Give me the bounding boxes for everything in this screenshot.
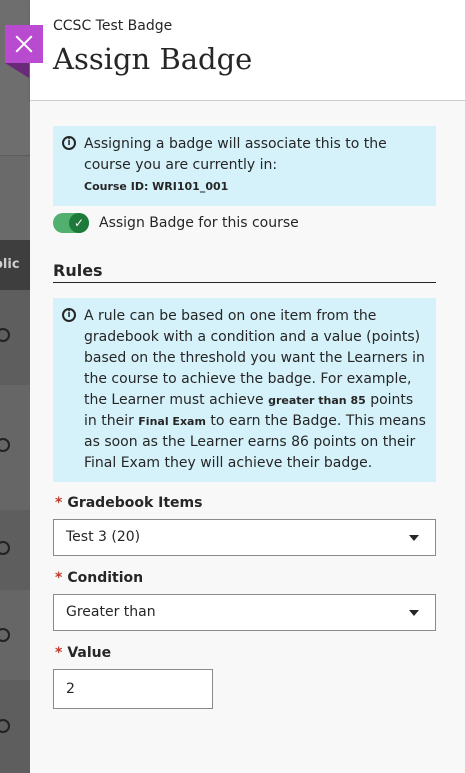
assign-badge-toggle-label: Assign Badge for this course [99, 215, 299, 231]
rules-info-bold: greater than 85 [268, 394, 366, 407]
condition-select[interactable]: Greater than [53, 594, 436, 631]
panel-subtitle: CCSC Test Badge [53, 18, 173, 34]
condition-value: Greater than [66, 604, 156, 620]
value-label: * Value [55, 645, 112, 661]
assign-badge-panel: CCSC Test Badge Assign Badge i Assigning… [30, 0, 465, 773]
gradebook-items-label: * Gradebook Items [55, 495, 203, 511]
panel-header: CCSC Test Badge Assign Badge [30, 0, 465, 101]
rules-info-banner: i A rule can be based on one item from t… [53, 298, 436, 482]
chevron-down-icon [409, 610, 419, 616]
rules-divider [53, 282, 436, 283]
close-button-fold [5, 63, 29, 78]
gradebook-items-value: Test 3 (20) [66, 529, 141, 545]
background-page: olic [0, 0, 30, 773]
required-marker: * [55, 570, 63, 586]
course-id: Course ID: WRI101_001 [84, 180, 229, 193]
panel-content: i Assigning a badge will associate this … [30, 101, 465, 773]
panel-title: Assign Badge [53, 42, 253, 76]
check-icon: ✓ [69, 213, 89, 233]
course-info-message: Assigning a badge will associate this to… [84, 136, 387, 173]
value-input-text: 2 [66, 681, 75, 697]
info-icon: i [62, 136, 76, 150]
chevron-down-icon [409, 535, 419, 541]
close-button[interactable] [5, 25, 43, 63]
course-info-banner: i Assigning a badge will associate this … [53, 126, 436, 206]
background-row [0, 155, 30, 241]
condition-label: * Condition [55, 570, 144, 586]
assign-badge-toggle[interactable]: ✓ [53, 213, 89, 233]
gradebook-items-select[interactable]: Test 3 (20) [53, 519, 436, 556]
required-marker: * [55, 645, 63, 661]
required-marker: * [55, 495, 63, 511]
background-tab: olic [0, 240, 30, 290]
rules-heading: Rules [53, 261, 103, 280]
info-icon: i [62, 308, 76, 322]
value-input[interactable]: 2 [53, 669, 213, 709]
rules-info-bold: Final Exam [138, 415, 206, 428]
